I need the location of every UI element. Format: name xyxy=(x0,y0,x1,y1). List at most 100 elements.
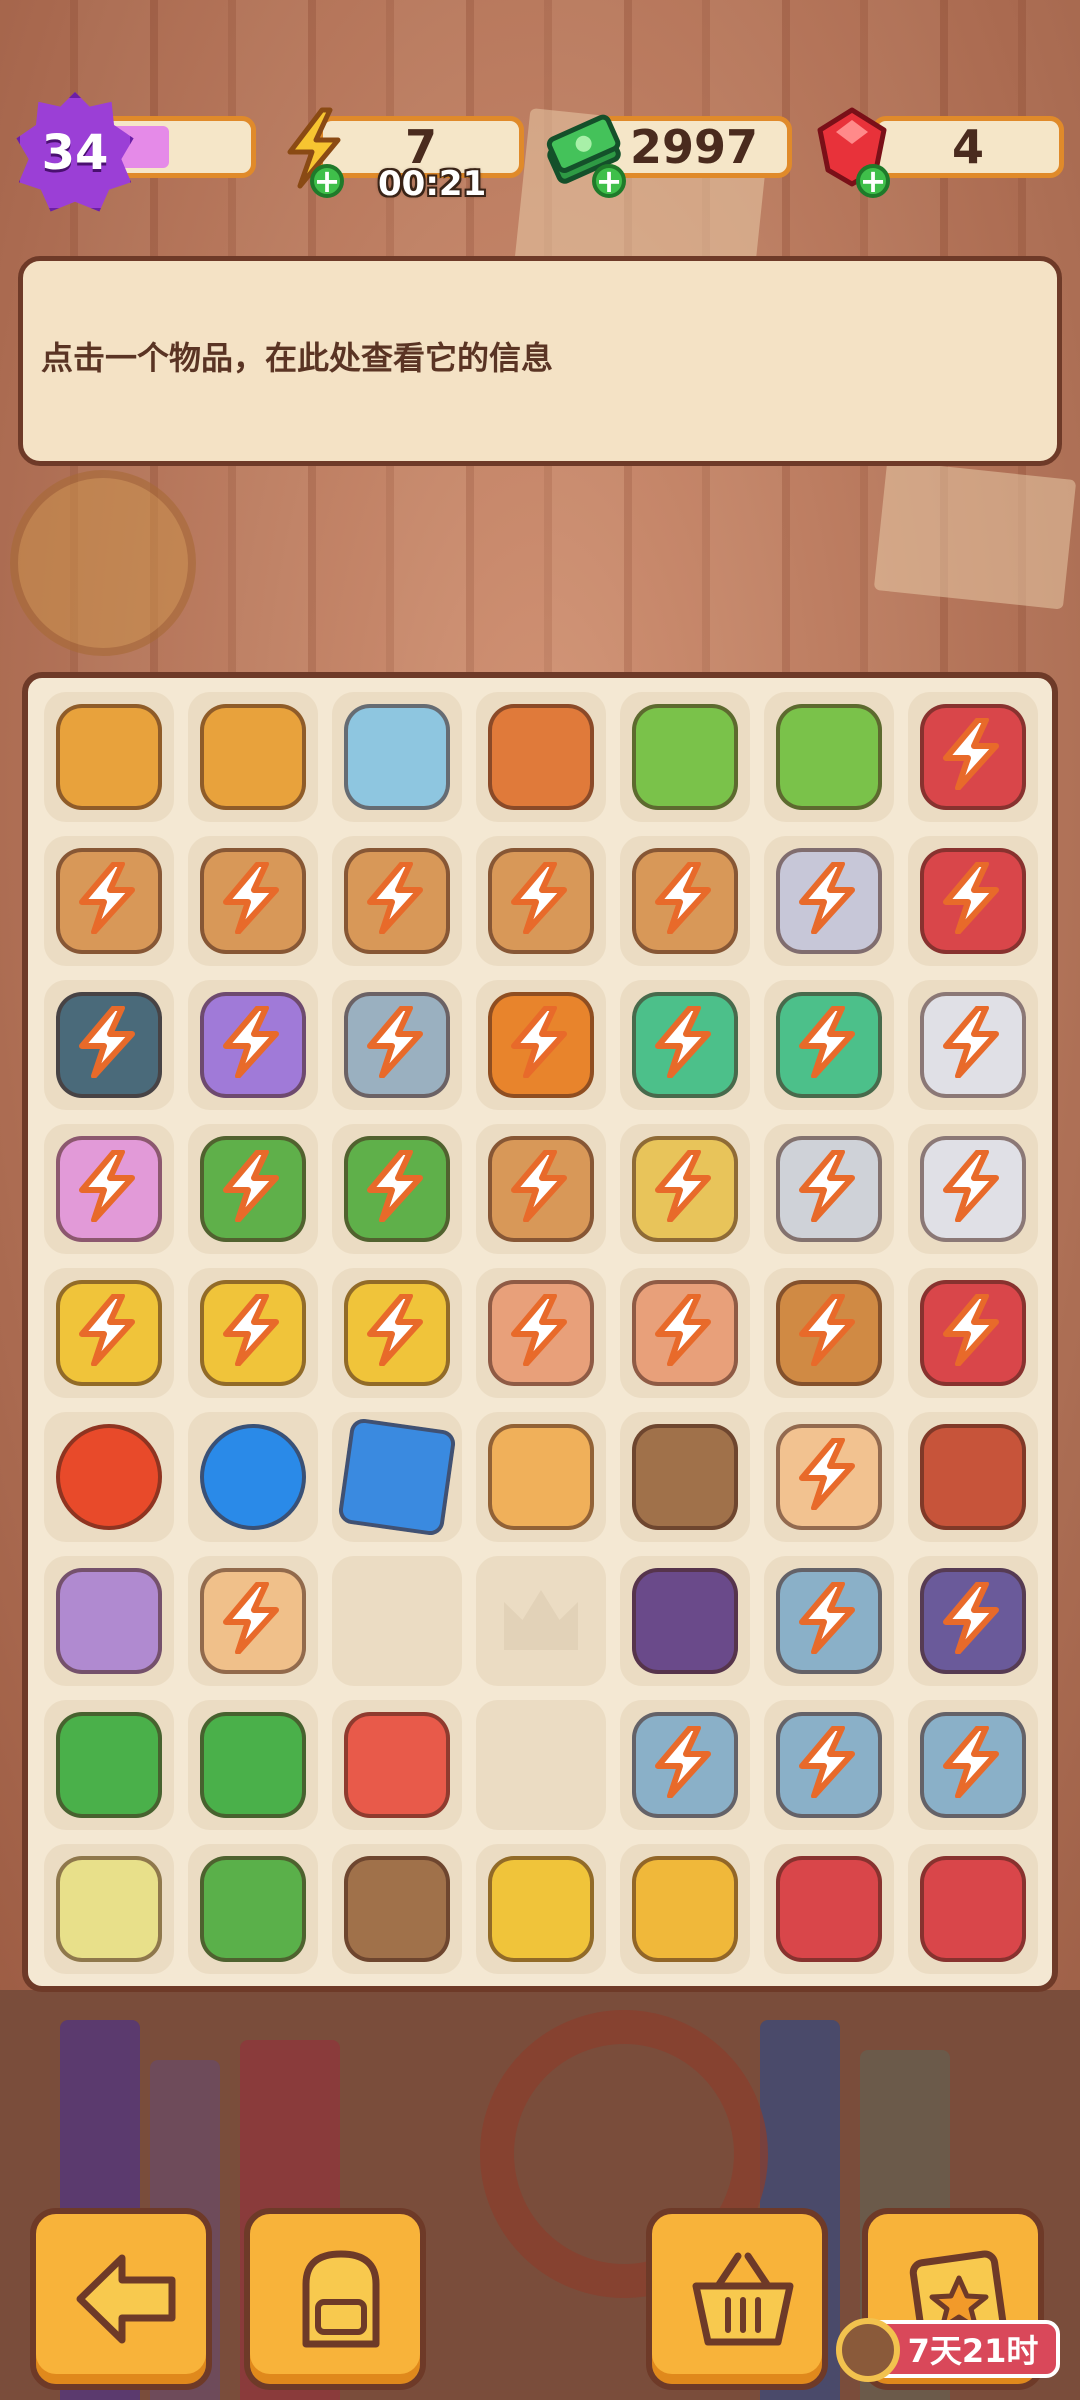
level-badge[interactable]: 34 xyxy=(14,92,136,214)
add-gem-button[interactable]: + xyxy=(856,164,890,198)
board-cell[interactable] xyxy=(764,836,894,966)
board-cell[interactable] xyxy=(44,1556,174,1686)
board-cell[interactable] xyxy=(188,1268,318,1398)
board-cell[interactable] xyxy=(332,1124,462,1254)
board-cell[interactable] xyxy=(188,1844,318,1974)
board-cell[interactable] xyxy=(44,1268,174,1398)
board-cell[interactable] xyxy=(188,980,318,1110)
board-cell[interactable] xyxy=(620,1268,750,1398)
board-cell[interactable] xyxy=(764,692,894,822)
green-brush-icon[interactable] xyxy=(200,1856,306,1962)
shop-basket-button[interactable] xyxy=(646,2208,828,2390)
spotlight-icon[interactable] xyxy=(632,1568,738,1674)
board-cell[interactable] xyxy=(188,1700,318,1830)
merge-board xyxy=(22,672,1058,1992)
board-cell[interactable] xyxy=(908,1700,1038,1830)
dragon-vase-icon[interactable] xyxy=(200,704,306,810)
board-cell[interactable] xyxy=(44,1412,174,1542)
retro-tv-icon[interactable] xyxy=(920,1424,1026,1530)
board-cell[interactable] xyxy=(620,836,750,966)
board-cell[interactable] xyxy=(620,1844,750,1974)
board-cell[interactable] xyxy=(476,692,606,822)
board-cell[interactable] xyxy=(188,1412,318,1542)
red-toolbox-icon[interactable] xyxy=(920,1856,1026,1962)
board-cell[interactable] xyxy=(908,692,1038,822)
board-cell[interactable] xyxy=(188,1124,318,1254)
board-cell[interactable] xyxy=(620,1700,750,1830)
back-button[interactable] xyxy=(30,2208,212,2390)
board-cell[interactable] xyxy=(332,1700,462,1830)
board-cell[interactable] xyxy=(476,1412,606,1542)
board-cell[interactable] xyxy=(476,1268,606,1398)
board-cell[interactable] xyxy=(188,692,318,822)
board-cell[interactable] xyxy=(332,980,462,1110)
board-cell[interactable] xyxy=(764,980,894,1110)
board-cell[interactable] xyxy=(44,692,174,822)
board-cell[interactable] xyxy=(332,1844,462,1974)
board-cell[interactable] xyxy=(620,1124,750,1254)
backpack-button[interactable] xyxy=(244,2208,426,2390)
lotion-bottle-icon[interactable] xyxy=(56,1856,162,1962)
board-cell[interactable] xyxy=(44,980,174,1110)
flower-bouquet-icon[interactable] xyxy=(776,704,882,810)
locked-lightning-icon xyxy=(364,1005,426,1079)
board-cell[interactable] xyxy=(332,1412,462,1542)
locked-lightning-icon xyxy=(652,1293,714,1367)
coffee-bag-icon[interactable] xyxy=(632,1424,738,1530)
hourglass-gem-icon[interactable] xyxy=(337,1417,457,1537)
street-lamp-icon[interactable] xyxy=(56,1568,162,1674)
dragon-vase-icon[interactable] xyxy=(56,704,162,810)
add-energy-button[interactable]: + xyxy=(310,164,344,198)
flower-bouquet-icon[interactable] xyxy=(632,704,738,810)
small-bonsai-icon[interactable] xyxy=(56,1712,162,1818)
board-cell[interactable] xyxy=(764,1556,894,1686)
board-cell[interactable] xyxy=(44,1844,174,1974)
small-bonsai-icon[interactable] xyxy=(200,1712,306,1818)
board-cell[interactable] xyxy=(908,1124,1038,1254)
board-cell[interactable] xyxy=(908,1268,1038,1398)
board-cell[interactable] xyxy=(764,1700,894,1830)
board-cell[interactable] xyxy=(764,1412,894,1542)
cash-counter[interactable]: 2997 xyxy=(596,116,792,178)
board-cell[interactable] xyxy=(908,1412,1038,1542)
board-cell[interactable] xyxy=(188,1556,318,1686)
board-cell[interactable] xyxy=(908,836,1038,966)
blue-gold-vase-icon[interactable] xyxy=(344,704,450,810)
board-cell[interactable] xyxy=(764,1844,894,1974)
board-cell[interactable] xyxy=(764,1268,894,1398)
board-cell[interactable] xyxy=(620,980,750,1110)
board-cell[interactable] xyxy=(908,980,1038,1110)
board-cell[interactable] xyxy=(764,1124,894,1254)
board-cell[interactable] xyxy=(332,1268,462,1398)
energy-orb-blue-icon[interactable] xyxy=(200,1424,306,1530)
gem-counter[interactable]: 4 xyxy=(872,116,1064,178)
board-cell[interactable] xyxy=(476,836,606,966)
board-cell[interactable] xyxy=(44,836,174,966)
board-cell[interactable] xyxy=(188,836,318,966)
board-cell[interactable] xyxy=(332,692,462,822)
orange-vase-icon[interactable] xyxy=(488,704,594,810)
energy-orb-red-icon[interactable] xyxy=(56,1424,162,1530)
board-cell[interactable] xyxy=(476,980,606,1110)
board-cell[interactable] xyxy=(476,1124,606,1254)
board-cell[interactable] xyxy=(908,1556,1038,1686)
locked-lightning-icon xyxy=(652,861,714,935)
add-cash-button[interactable]: + xyxy=(592,164,626,198)
board-cell[interactable] xyxy=(476,1844,606,1974)
board-cell[interactable] xyxy=(44,1700,174,1830)
locked-lightning-icon xyxy=(940,1293,1002,1367)
yellow-bucket-icon[interactable] xyxy=(488,1856,594,1962)
board-cell[interactable] xyxy=(44,1124,174,1254)
board-cell[interactable] xyxy=(332,836,462,966)
yellow-rope-icon[interactable] xyxy=(632,1856,738,1962)
red-tray-icon[interactable] xyxy=(776,1856,882,1962)
board-cell[interactable] xyxy=(908,1844,1038,1974)
locked-lightning-icon xyxy=(220,1581,282,1655)
board-grid xyxy=(44,692,1038,1974)
board-cell[interactable] xyxy=(620,692,750,822)
toast-cubes-icon[interactable] xyxy=(488,1424,594,1530)
flower-basket-icon[interactable] xyxy=(344,1712,450,1818)
board-cell[interactable] xyxy=(620,1556,750,1686)
board-cell[interactable] xyxy=(620,1412,750,1542)
paper-scraps-icon[interactable] xyxy=(344,1856,450,1962)
